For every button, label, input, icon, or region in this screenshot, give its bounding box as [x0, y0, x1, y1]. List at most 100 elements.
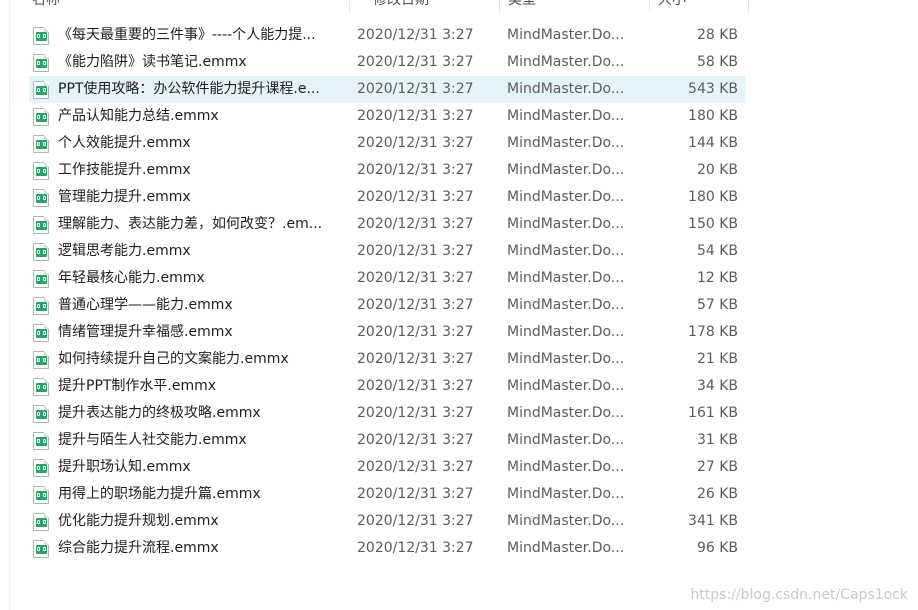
file-row[interactable]: 个人效能提升.emmx 2020/12/31 3:27 MindMaster.Do.… [29, 130, 745, 157]
file-size: 341 KB [688, 513, 738, 529]
mindmaster-file-icon [33, 80, 49, 99]
file-modified-date: 2020/12/31 3:27 [357, 297, 474, 313]
file-type: MindMaster.Do... [507, 405, 625, 421]
file-row[interactable]: 《能力陷阱》读书笔记.emmx 2020/12/31 3:27 MindMaster… [29, 49, 745, 76]
file-modified-date: 2020/12/31 3:27 [357, 216, 474, 232]
mindmaster-file-icon [33, 53, 49, 72]
file-size: 150 KB [688, 216, 738, 232]
file-size: 20 KB [696, 162, 738, 178]
file-modified-date: 2020/12/31 3:27 [357, 459, 474, 475]
file-type: MindMaster.Do... [507, 486, 625, 502]
mindmaster-file-icon [33, 242, 49, 261]
file-type: MindMaster.Do... [507, 81, 625, 97]
file-type: MindMaster.Do... [507, 135, 625, 151]
mindmaster-file-icon [33, 26, 49, 45]
file-row[interactable]: 提升与陌生人社交能力.emmx 2020/12/31 3:27 MindMaster… [29, 427, 745, 454]
file-type: MindMaster.Do... [507, 162, 625, 178]
file-type: MindMaster.Do... [507, 378, 625, 394]
file-name: 产品认知能力总结.emmx [58, 108, 219, 124]
file-modified-date: 2020/12/31 3:27 [357, 432, 474, 448]
file-type: MindMaster.Do... [507, 216, 625, 232]
navigation-pane-edge [0, 0, 10, 610]
file-row[interactable]: 如何持续提升自己的文案能力.emmx 2020/12/31 3:27 MindMas… [29, 346, 745, 373]
file-size: 54 KB [696, 243, 738, 259]
file-row[interactable]: 《每天最重要的三件事》----个人能力提... 2020/12/31 3:27 Mi… [29, 22, 745, 49]
column-header-type[interactable]: 类型 [500, 0, 650, 12]
file-list: 《每天最重要的三件事》----个人能力提... 2020/12/31 3:27 Mi… [29, 22, 745, 562]
file-row[interactable]: 普通心理学——能力.emmx 2020/12/31 3:27 MindMaster.… [29, 292, 745, 319]
file-row[interactable]: 提升PPT制作水平.emmx 2020/12/31 3:27 MindMaster.… [29, 373, 745, 400]
file-row[interactable]: 提升职场认知.emmx 2020/12/31 3:27 MindMaster.Do.… [29, 454, 745, 481]
mindmaster-file-icon [33, 431, 49, 450]
file-row[interactable]: 用得上的职场能力提升篇.emmx 2020/12/31 3:27 MindMaste… [29, 481, 745, 508]
file-type: MindMaster.Do... [507, 351, 625, 367]
file-row[interactable]: 逻辑思考能力.emmx 2020/12/31 3:27 MindMaster.Do.… [29, 238, 745, 265]
file-name: 逻辑思考能力.emmx [58, 243, 191, 259]
file-name: 提升PPT制作水平.emmx [58, 378, 217, 394]
file-modified-date: 2020/12/31 3:27 [357, 540, 474, 556]
mindmaster-file-icon [33, 296, 49, 315]
file-modified-date: 2020/12/31 3:27 [357, 378, 474, 394]
file-row[interactable]: PPT使用攻略：办公软件能力提升课程.e... 2020/12/31 3:27 Mi… [29, 76, 745, 103]
file-name: 《能力陷阱》读书笔记.emmx [58, 54, 247, 70]
file-type: MindMaster.Do... [507, 189, 625, 205]
mindmaster-file-icon [33, 161, 49, 180]
file-modified-date: 2020/12/31 3:27 [357, 189, 474, 205]
column-header-name[interactable]: 名称 [9, 0, 350, 12]
file-modified-date: 2020/12/31 3:27 [357, 135, 474, 151]
file-name: 提升职场认知.emmx [58, 459, 191, 475]
file-modified-date: 2020/12/31 3:27 [357, 108, 474, 124]
file-name: 《每天最重要的三件事》----个人能力提... [58, 27, 316, 43]
file-type: MindMaster.Do... [507, 27, 625, 43]
mindmaster-file-icon [33, 485, 49, 504]
file-name: PPT使用攻略：办公软件能力提升课程.e... [58, 81, 320, 97]
file-row[interactable]: 产品认知能力总结.emmx 2020/12/31 3:27 MindMaster.D… [29, 103, 745, 130]
mindmaster-file-icon [33, 377, 49, 396]
file-row[interactable]: 年轻最核心能力.emmx 2020/12/31 3:27 MindMaster.Do… [29, 265, 745, 292]
file-size: 21 KB [696, 351, 738, 367]
file-size: 58 KB [696, 54, 738, 70]
file-row[interactable]: 工作技能提升.emmx 2020/12/31 3:27 MindMaster.Do.… [29, 157, 745, 184]
column-header-date[interactable]: 修改日期 [350, 0, 500, 12]
mindmaster-file-icon [33, 404, 49, 423]
file-name: 情绪管理提升幸福感.emmx [58, 324, 233, 340]
mindmaster-file-icon [33, 458, 49, 477]
file-size: 180 KB [688, 189, 738, 205]
watermark: https://blog.csdn.net/Caps1ock [690, 587, 908, 603]
column-header-size[interactable]: 大小 [650, 0, 749, 12]
file-name: 提升与陌生人社交能力.emmx [58, 432, 247, 448]
file-type: MindMaster.Do... [507, 54, 625, 70]
file-type: MindMaster.Do... [507, 432, 625, 448]
mindmaster-file-icon [33, 215, 49, 234]
mindmaster-file-icon [33, 539, 49, 558]
file-name: 理解能力、表达能力差，如何改变？.em... [58, 216, 323, 232]
file-size: 543 KB [688, 81, 738, 97]
mindmaster-file-icon [33, 107, 49, 126]
file-size: 27 KB [696, 459, 738, 475]
file-name: 年轻最核心能力.emmx [58, 270, 205, 286]
mindmaster-file-icon [33, 134, 49, 153]
file-type: MindMaster.Do... [507, 513, 625, 529]
file-row[interactable]: 提升表达能力的终极攻略.emmx 2020/12/31 3:27 MindMaste… [29, 400, 745, 427]
file-modified-date: 2020/12/31 3:27 [357, 351, 474, 367]
file-name: 如何持续提升自己的文案能力.emmx [58, 351, 289, 367]
file-size: 180 KB [688, 108, 738, 124]
file-modified-date: 2020/12/31 3:27 [357, 486, 474, 502]
mindmaster-file-icon [33, 188, 49, 207]
file-row[interactable]: 情绪管理提升幸福感.emmx 2020/12/31 3:27 MindMaster.… [29, 319, 745, 346]
file-type: MindMaster.Do... [507, 297, 625, 313]
file-type: MindMaster.Do... [507, 540, 625, 556]
file-name: 管理能力提升.emmx [58, 189, 191, 205]
file-row[interactable]: 优化能力提升规划.emmx 2020/12/31 3:27 MindMaster.D… [29, 508, 745, 535]
file-modified-date: 2020/12/31 3:27 [357, 513, 474, 529]
file-row[interactable]: 管理能力提升.emmx 2020/12/31 3:27 MindMaster.Do.… [29, 184, 745, 211]
file-size: 26 KB [696, 486, 738, 502]
file-size: 12 KB [696, 270, 738, 286]
file-name: 工作技能提升.emmx [58, 162, 191, 178]
file-size: 31 KB [696, 432, 738, 448]
file-size: 28 KB [696, 27, 738, 43]
file-row[interactable]: 理解能力、表达能力差，如何改变？.em... 2020/12/31 3:27 Min… [29, 211, 745, 238]
file-row[interactable]: 综合能力提升流程.emmx 2020/12/31 3:27 MindMaster.D… [29, 535, 745, 562]
file-modified-date: 2020/12/31 3:27 [357, 81, 474, 97]
file-modified-date: 2020/12/31 3:27 [357, 270, 474, 286]
